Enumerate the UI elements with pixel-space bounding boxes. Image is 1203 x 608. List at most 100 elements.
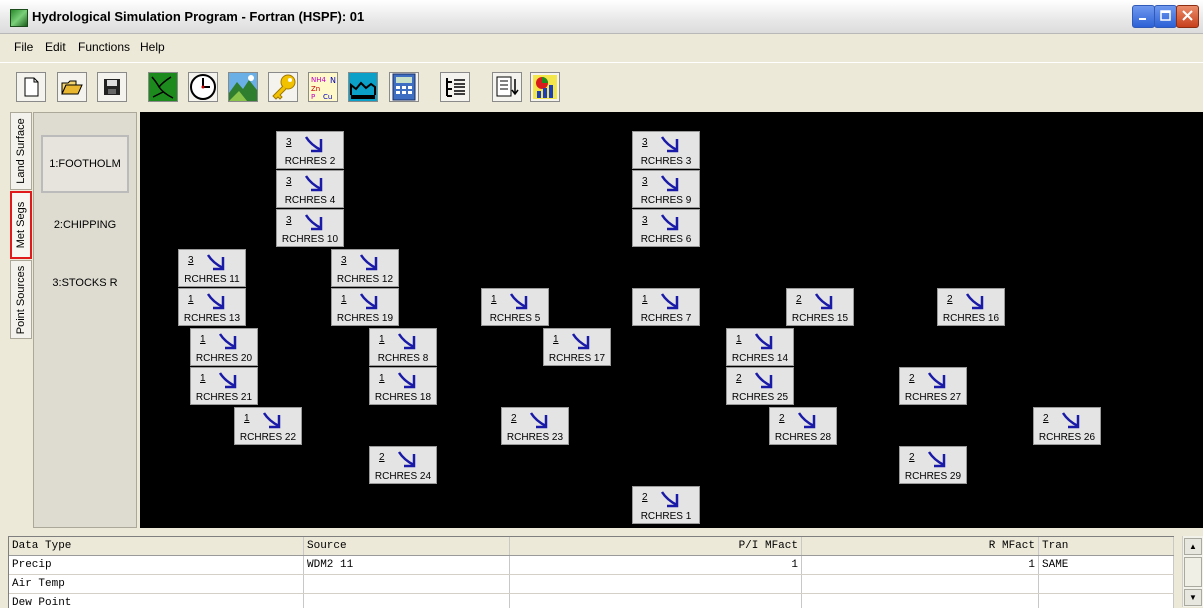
scroll-down-button[interactable]: ▼ [1184, 589, 1202, 606]
column-header-tran[interactable]: Tran [1039, 537, 1174, 555]
close-button[interactable] [1176, 5, 1199, 28]
reach-node[interactable]: 2 RCHRES 25 [726, 367, 794, 405]
cell-source[interactable] [304, 594, 510, 608]
land-segments-button[interactable] [228, 72, 258, 102]
list-output-button[interactable] [492, 72, 522, 102]
cell-pi-mfact[interactable] [510, 594, 802, 608]
reach-node[interactable]: 1 RCHRES 18 [369, 367, 437, 405]
reach-node[interactable]: 3 RCHRES 10 [276, 209, 344, 247]
column-header-r-mfact[interactable]: R MFact [802, 537, 1039, 555]
reach-profile-button[interactable] [348, 72, 378, 102]
cell-data-type[interactable]: Air Temp [9, 575, 304, 593]
reach-node[interactable]: 2 RCHRES 28 [769, 407, 837, 445]
cell-data-type[interactable]: Precip [9, 556, 304, 574]
reach-node[interactable]: 2 RCHRES 24 [369, 446, 437, 484]
maximize-button[interactable] [1154, 5, 1177, 28]
landscape-icon [229, 73, 257, 101]
reach-node[interactable]: 3 RCHRES 9 [632, 170, 700, 208]
reach-node[interactable]: 2 RCHRES 27 [899, 367, 967, 405]
menu-functions[interactable]: Functions [78, 40, 130, 54]
reach-segment-number: 1 [341, 294, 347, 305]
cell-source[interactable]: WDM2 11 [304, 556, 510, 574]
reach-label: RCHRES 14 [731, 353, 789, 364]
clock-button[interactable] [188, 72, 218, 102]
met-segment-item[interactable]: 1:FOOTHOLM [41, 135, 129, 193]
water-quality-button[interactable]: NH4 N Zn P Cu [308, 72, 338, 102]
reach-node[interactable]: 2 RCHRES 16 [937, 288, 1005, 326]
reach-node[interactable]: 2 RCHRES 23 [501, 407, 569, 445]
reach-label: RCHRES 24 [374, 471, 432, 482]
menu-edit[interactable]: Edit [45, 40, 66, 54]
reach-node[interactable]: 1 RCHRES 14 [726, 328, 794, 366]
cell-r-mfact[interactable] [802, 575, 1039, 593]
save-button[interactable] [97, 72, 127, 102]
reach-node[interactable]: 3 RCHRES 11 [178, 249, 246, 287]
scroll-thumb[interactable] [1184, 557, 1202, 587]
reach-node[interactable]: 2 RCHRES 1 [632, 486, 700, 524]
tab-point-sources[interactable]: Point Sources [10, 260, 32, 339]
column-header-pi-mfact[interactable]: P/I MFact [510, 537, 802, 555]
menu-help[interactable]: Help [140, 40, 165, 54]
scroll-up-button[interactable]: ▲ [1184, 538, 1202, 555]
reach-node[interactable]: 1 RCHRES 22 [234, 407, 302, 445]
water-quality-constituents-icon: NH4 N Zn P Cu [309, 73, 337, 101]
column-header-source[interactable]: Source [304, 537, 510, 555]
cell-r-mfact[interactable] [802, 594, 1039, 608]
reach-node[interactable]: 3 RCHRES 6 [632, 209, 700, 247]
reach-node[interactable]: 1 RCHRES 5 [481, 288, 549, 326]
reach-label: RCHRES 23 [506, 432, 564, 443]
reach-node[interactable]: 1 RCHRES 19 [331, 288, 399, 326]
reach-node[interactable]: 3 RCHRES 2 [276, 131, 344, 169]
reach-label: RCHRES 3 [640, 156, 692, 167]
reach-label: RCHRES 20 [195, 353, 253, 364]
window-title: Hydrological Simulation Program - Fortra… [32, 9, 365, 24]
tab-land-surface[interactable]: Land Surface [10, 112, 32, 190]
cell-tran[interactable] [1039, 594, 1174, 608]
stream-arrow-icon [359, 254, 378, 271]
stream-arrow-icon [262, 412, 281, 429]
reach-node[interactable]: 3 RCHRES 4 [276, 170, 344, 208]
cell-data-type[interactable]: Dew Point [9, 594, 304, 608]
cell-pi-mfact[interactable]: 1 [510, 556, 802, 574]
table-row: Precip WDM2 11 1 1 SAME [9, 556, 1174, 575]
menu-file[interactable]: File [14, 40, 33, 54]
reach-label: RCHRES 19 [336, 313, 394, 324]
stream-arrow-icon [304, 175, 323, 192]
cell-r-mfact[interactable]: 1 [802, 556, 1039, 574]
cell-tran[interactable]: SAME [1039, 556, 1174, 574]
reach-node[interactable]: 1 RCHRES 21 [190, 367, 258, 405]
grid-scrollbar[interactable]: ▲ ▼ [1182, 536, 1203, 607]
river-network-button[interactable] [148, 72, 178, 102]
stream-arrow-icon [814, 293, 833, 310]
reach-node[interactable]: 1 RCHRES 20 [190, 328, 258, 366]
reach-node[interactable]: 1 RCHRES 7 [632, 288, 700, 326]
svg-text:Zn: Zn [311, 85, 320, 93]
reach-node[interactable]: 3 RCHRES 3 [632, 131, 700, 169]
key-button[interactable] [268, 72, 298, 102]
cell-tran[interactable] [1039, 575, 1174, 593]
met-segment-item[interactable]: 3:STOCKS R [41, 254, 129, 312]
cell-pi-mfact[interactable] [510, 575, 802, 593]
reach-node[interactable]: 3 RCHRES 12 [331, 249, 399, 287]
reach-node[interactable]: 2 RCHRES 26 [1033, 407, 1101, 445]
minimize-button[interactable] [1132, 5, 1155, 28]
met-segment-list: 1:FOOTHOLM 2:CHIPPING 3:STOCKS R [33, 112, 137, 528]
tree-view-button[interactable] [440, 72, 470, 102]
tab-met-segs[interactable]: Met Segs [10, 191, 32, 259]
reach-node[interactable]: 2 RCHRES 15 [786, 288, 854, 326]
new-document-button[interactable] [16, 72, 46, 102]
reach-node[interactable]: 2 RCHRES 29 [899, 446, 967, 484]
column-header-data-type[interactable]: Data Type [9, 537, 304, 555]
clock-icon [190, 74, 216, 100]
chart-output-button[interactable] [530, 72, 560, 102]
reach-node[interactable]: 1 RCHRES 13 [178, 288, 246, 326]
open-folder-button[interactable] [57, 72, 87, 102]
reach-node[interactable]: 1 RCHRES 17 [543, 328, 611, 366]
river-network-icon [149, 73, 177, 101]
met-segment-item[interactable]: 2:CHIPPING [41, 196, 129, 254]
reach-node[interactable]: 1 RCHRES 8 [369, 328, 437, 366]
reach-label: RCHRES 15 [791, 313, 849, 324]
calculator-button[interactable] [389, 72, 419, 102]
cell-source[interactable] [304, 575, 510, 593]
reach-segment-number: 3 [286, 176, 292, 187]
